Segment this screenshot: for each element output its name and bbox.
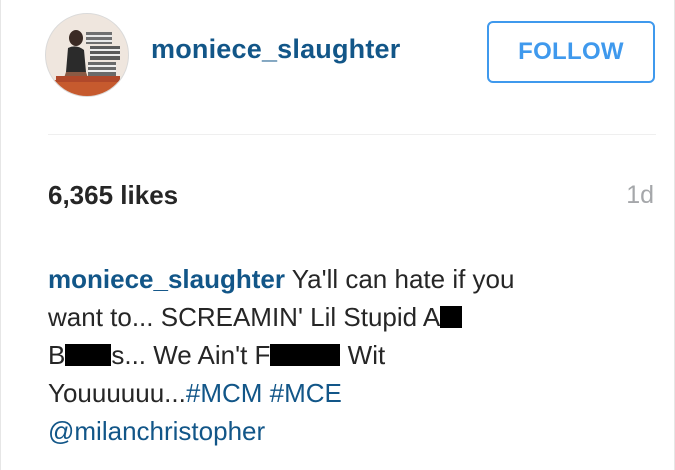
follow-button[interactable]: FOLLOW <box>487 21 655 83</box>
caption-text-3c: Wit <box>340 340 386 370</box>
avatar-image <box>46 14 128 96</box>
username-link[interactable]: moniece_slaughter <box>151 34 401 65</box>
redaction-box <box>440 306 463 328</box>
post-caption: moniece_slaughter Ya'll can hate if you … <box>48 260 648 450</box>
redaction-box <box>270 344 341 366</box>
caption-text-4: Youuuuuu... <box>48 378 186 408</box>
post-timestamp[interactable]: 1d <box>626 181 654 210</box>
caption-line-2: want to... SCREAMIN' Lil Stupid A <box>48 298 648 336</box>
caption-line-4: Youuuuuu...#MCM #MCE <box>48 374 648 412</box>
mention-link[interactable]: @milanchristopher <box>48 416 265 446</box>
redaction-box <box>65 344 112 366</box>
caption-text-3a: B <box>48 340 66 370</box>
caption-text-1: Ya'll can hate if you <box>284 264 515 294</box>
caption-line-5: @milanchristopher <box>48 412 648 450</box>
avatar[interactable] <box>45 13 129 97</box>
hashtag-link[interactable]: #MCE <box>270 378 342 408</box>
caption-line-3: Bs... We Ain't F Wit <box>48 336 648 374</box>
post-card: moniece_slaughter FOLLOW 6,365 likes 1d … <box>0 0 675 470</box>
caption-text-3b: s... We Ain't F <box>111 340 271 370</box>
divider <box>48 134 656 135</box>
caption-username-link[interactable]: moniece_slaughter <box>48 264 285 294</box>
caption-line-1: moniece_slaughter Ya'll can hate if you <box>48 260 648 298</box>
likes-count[interactable]: 6,365 likes <box>48 180 178 211</box>
post-header: moniece_slaughter FOLLOW <box>1 0 675 108</box>
hashtag-link[interactable]: #MCM <box>186 378 263 408</box>
caption-text-2: want to... SCREAMIN' Lil Stupid A <box>48 302 441 332</box>
